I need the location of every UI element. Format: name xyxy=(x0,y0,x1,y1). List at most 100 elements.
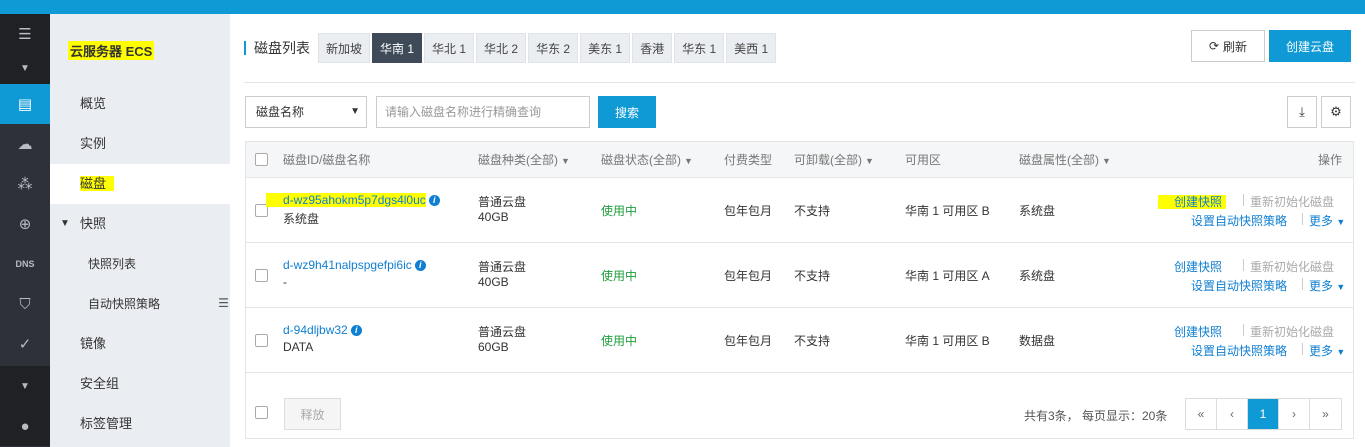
export-icon[interactable]: ⤓ xyxy=(1287,96,1317,128)
search-input[interactable] xyxy=(376,96,590,128)
refresh-button[interactable]: ⟳ 刷新 xyxy=(1191,30,1265,62)
sidebar-item-images[interactable]: 镜像 xyxy=(50,324,230,364)
sidebar-item-snapshots[interactable]: ▼ 快照 xyxy=(50,204,230,244)
attribute-value: 系统盘 xyxy=(1019,204,1056,218)
status-badge: 使用中 xyxy=(601,269,638,283)
region-tab-south-china-1[interactable]: 华南 1 xyxy=(372,33,423,63)
info-icon[interactable]: i xyxy=(428,195,440,206)
collapse-icon: ☰ xyxy=(218,296,229,310)
auto-snapshot-policy-link[interactable]: 设置自动快照策略 xyxy=(1191,342,1287,359)
settings-gear-icon[interactable]: ⚙ xyxy=(1321,96,1351,128)
security-check-icon[interactable]: ✓ xyxy=(0,324,50,364)
sidebar-item-snapshot-list[interactable]: 快照列表 xyxy=(50,244,230,284)
user-icon[interactable]: ● xyxy=(0,406,50,446)
disk-id-link[interactable]: d-wz9h41nalpspgefpi6ic i xyxy=(283,258,426,272)
sidebar-item-overview[interactable]: 概览 xyxy=(50,84,230,124)
status-badge: 使用中 xyxy=(601,334,638,348)
auto-snapshot-policy-link[interactable]: 设置自动快照策略 xyxy=(1191,212,1287,229)
more-dropdown[interactable]: 更多 ▼ xyxy=(1309,342,1345,359)
action-separator xyxy=(1296,277,1309,291)
disk-type: 普通云盘 xyxy=(478,260,527,274)
sidebar-item-auto-snapshot-policy[interactable]: 自动快照策略 xyxy=(50,284,230,324)
sidebar-item-tags[interactable]: 标签管理 xyxy=(50,404,230,444)
sidebar-item-security-groups[interactable]: 安全组 xyxy=(50,364,230,404)
detachable-value: 不支持 xyxy=(794,334,831,348)
release-button[interactable]: 释放 xyxy=(284,398,341,430)
billing-type: 包年包月 xyxy=(724,269,773,283)
network-icon[interactable]: ⁂ xyxy=(0,164,50,204)
region-tab-north-china-1[interactable]: 华北 1 xyxy=(424,33,475,63)
server-icon[interactable]: ▤ xyxy=(0,84,50,124)
icon-sidebar: ☰ ▼ ▤ ☁ ⁂ ⊕ DNS ⛉ ✓ ▼ ● xyxy=(0,14,50,447)
caret-down-icon: ▼ xyxy=(60,218,70,229)
billing-type: 包年包月 xyxy=(724,204,773,218)
info-icon[interactable]: i xyxy=(350,325,362,336)
sidebar-collapse-toggle[interactable]: ☰ xyxy=(217,283,230,323)
dns-icon[interactable]: DNS xyxy=(0,244,50,284)
region-tab-east-china-1[interactable]: 华东 1 xyxy=(674,33,725,63)
divider xyxy=(244,82,1355,83)
col-zone: 可用区 xyxy=(905,153,942,167)
page-header: 磁盘列表 新加坡 华南 1 华北 1 华北 2 华东 2 美东 1 香港 华东 … xyxy=(244,32,778,64)
col-detachable[interactable]: 可卸载(全部) ▼ xyxy=(794,142,874,178)
shield-icon[interactable]: ⛉ xyxy=(0,284,50,324)
collapse-down-icon[interactable]: ▼ xyxy=(0,48,50,88)
disk-name: - xyxy=(283,275,287,289)
more-dropdown[interactable]: 更多 ▼ xyxy=(1309,277,1345,294)
col-disk-type[interactable]: 磁盘种类(全部) ▼ xyxy=(478,142,570,178)
search-field-select[interactable]: 磁盘名称 ▼ xyxy=(245,96,367,128)
prev-page-button[interactable]: ‹ xyxy=(1217,399,1248,429)
region-tab-hong-kong[interactable]: 香港 xyxy=(632,33,673,63)
region-tab-us-west-1[interactable]: 美西 1 xyxy=(726,33,777,63)
col-status[interactable]: 磁盘状态(全部) ▼ xyxy=(601,142,693,178)
globe-icon[interactable]: ⊕ xyxy=(0,204,50,244)
dropdown-arrow-icon: ▼ xyxy=(350,106,360,117)
create-snapshot-link[interactable]: 创建快照 xyxy=(1174,323,1222,340)
filter-caret-icon: ▼ xyxy=(684,156,693,166)
select-all-checkbox[interactable] xyxy=(255,153,268,166)
next-page-button[interactable]: › xyxy=(1279,399,1310,429)
more-dropdown[interactable]: 更多 ▼ xyxy=(1309,212,1345,229)
reinit-disk-link: 重新初始化磁盘 xyxy=(1250,195,1335,209)
info-icon[interactable]: i xyxy=(414,260,426,271)
sidebar-item-instances[interactable]: 实例 xyxy=(50,124,230,164)
table-row: d-94dljbw32 i DATA 普通云盘 60GB 使用中 包年包月 不支持… xyxy=(246,308,1353,373)
disk-size: 40GB xyxy=(478,210,509,224)
zone-value: 华南 1 可用区 A xyxy=(905,269,990,283)
expand-down-icon[interactable]: ▼ xyxy=(0,366,50,406)
attribute-value: 数据盘 xyxy=(1019,334,1056,348)
create-snapshot-link[interactable]: 创建快照 xyxy=(1174,258,1222,275)
last-page-button[interactable]: » xyxy=(1310,399,1341,429)
row-checkbox[interactable] xyxy=(255,334,268,347)
filter-caret-icon: ▼ xyxy=(561,156,570,166)
status-badge: 使用中 xyxy=(601,204,638,218)
create-disk-button[interactable]: 创建云盘 xyxy=(1269,30,1351,62)
footer-select-all-checkbox[interactable] xyxy=(255,406,268,419)
auto-snapshot-policy-link[interactable]: 设置自动快照策略 xyxy=(1191,277,1287,294)
region-tab-singapore[interactable]: 新加坡 xyxy=(318,33,371,63)
title-accent xyxy=(244,41,246,55)
disk-name: 系统盘 xyxy=(283,212,320,226)
cloud-icon[interactable]: ☁ xyxy=(0,124,50,164)
disk-name: DATA xyxy=(283,340,314,354)
first-page-button[interactable]: « xyxy=(1186,399,1217,429)
region-tab-us-east-1[interactable]: 美东 1 xyxy=(580,33,631,63)
page-1-button[interactable]: 1 xyxy=(1248,399,1279,429)
disk-size: 40GB xyxy=(478,275,509,289)
total-count: 共有3条， 每页显示：20条 xyxy=(1024,409,1168,423)
refresh-icon: ⟳ xyxy=(1208,39,1220,53)
zone-value: 华南 1 可用区 B xyxy=(905,204,990,218)
reinit-disk-link: 重新初始化磁盘 xyxy=(1250,325,1335,339)
table-header: 磁盘ID/磁盘名称 磁盘种类(全部) ▼ 磁盘状态(全部) ▼ 付费类型 可卸载(全… xyxy=(246,142,1353,178)
region-tab-east-china-2[interactable]: 华东 2 xyxy=(528,33,579,63)
region-tab-north-china-2[interactable]: 华北 2 xyxy=(476,33,527,63)
chevron-down-icon: ▼ xyxy=(1336,282,1346,292)
row-checkbox[interactable] xyxy=(255,269,268,282)
create-snapshot-link[interactable]: 创建快照 xyxy=(1158,193,1227,210)
disk-id-link[interactable]: d-wz95ahokm5p7dgs4l0uc i xyxy=(266,193,440,207)
disk-id-link[interactable]: d-94dljbw32 i xyxy=(283,323,362,337)
col-attribute[interactable]: 磁盘属性(全部) ▼ xyxy=(1019,142,1111,178)
sidebar-item-disks[interactable]: 磁盘 xyxy=(50,164,230,204)
search-button[interactable]: 搜索 xyxy=(598,96,656,128)
table-row: d-wz95ahokm5p7dgs4l0uc i 系统盘 普通云盘 40GB 使用… xyxy=(246,178,1353,243)
